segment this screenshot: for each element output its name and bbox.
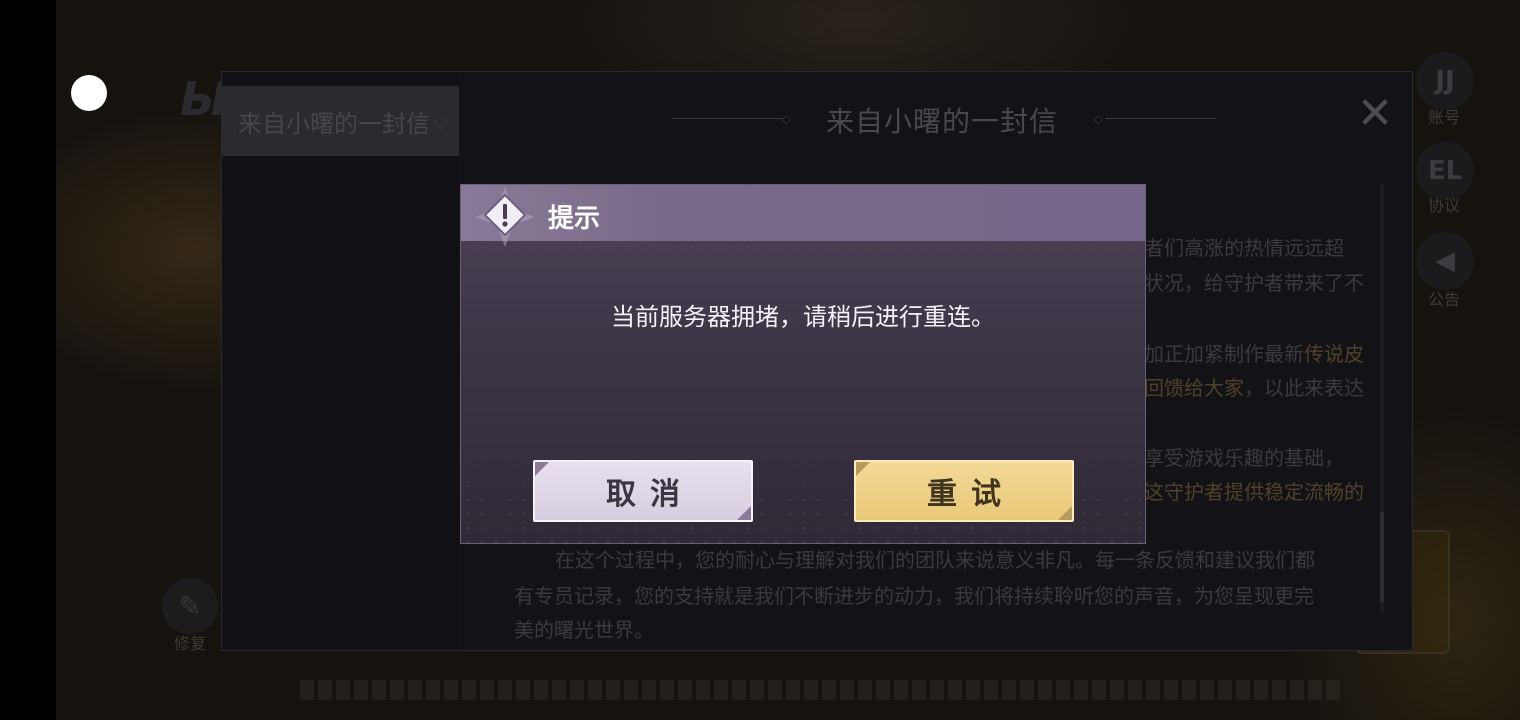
agreement-label: 协议 <box>1427 196 1460 215</box>
button-corner-decoration <box>1058 506 1072 520</box>
wrench-icon[interactable]: ✎ <box>162 578 218 634</box>
letter-body-line: 有专员记录，您的支持就是我们不断进步的动力，我们将持续聆听您的声音，为您呈现更完 <box>514 584 1314 608</box>
letter-body-line: 者们高涨的热情远远超 <box>1144 236 1344 260</box>
title-divider-right <box>1106 118 1216 119</box>
letter-sidebar: 来自小曙的一封信 ◇ <box>222 72 459 650</box>
letter-body-line: 在这个过程中，您的耐心与理解对我们的团队来说意义非凡。每一条反馈和建议我们都 <box>555 548 1315 572</box>
cancel-button[interactable]: 取消 <box>533 460 753 522</box>
letter-tab-label: 来自小曙的一封信 <box>238 109 430 138</box>
letter-body-line: 享受游戏乐趣的基础， <box>1144 446 1344 470</box>
floating-assistive-dot[interactable] <box>71 75 107 111</box>
letter-body-line: 回馈给大家，以此来表达 <box>1144 376 1364 400</box>
letter-body-line: 这守护者提供稳定流畅的 <box>1144 480 1364 504</box>
retry-button[interactable]: 重试 <box>854 460 1074 522</box>
account-icon[interactable]: JJ <box>1416 52 1474 110</box>
footer-text-strip <box>300 680 1340 700</box>
letter-scroll-thumb[interactable] <box>1380 512 1384 602</box>
diamond-icon: ◇ <box>434 110 448 132</box>
letter-body-line: 加正加紧制作最新传说皮 <box>1144 342 1364 366</box>
account-label: 账号 <box>1427 108 1460 127</box>
dialog-title: 提示 <box>548 204 601 234</box>
button-corner-decoration <box>737 506 751 520</box>
warning-icon <box>475 187 535 247</box>
letter-tab[interactable]: 来自小曙的一封信 ◇ <box>222 86 459 156</box>
letter-body-line: 状况，给守护者带来了不 <box>1144 271 1364 295</box>
letter-title: 来自小曙的一封信 <box>825 105 1058 138</box>
retry-button-label: 重试 <box>927 477 1015 512</box>
letter-body-line: 美的曙光世界。 <box>514 618 654 642</box>
dialog-message: 当前服务器拥堵，请稍后进行重连。 <box>611 303 995 331</box>
button-corner-decoration <box>535 462 549 476</box>
repair-label: 修复 <box>173 634 206 653</box>
cancel-button-label: 取消 <box>606 477 694 512</box>
server-busy-dialog: 提示 当前服务器拥堵，请稍后进行重连。 取消 重试 <box>460 184 1146 544</box>
announcement-label: 公告 <box>1427 290 1460 309</box>
announcement-icon[interactable]: ◀ <box>1416 232 1474 290</box>
close-icon[interactable]: ✕ <box>1355 92 1395 136</box>
diamond-icon: ◇ <box>1094 112 1104 126</box>
button-corner-decoration <box>856 462 870 476</box>
